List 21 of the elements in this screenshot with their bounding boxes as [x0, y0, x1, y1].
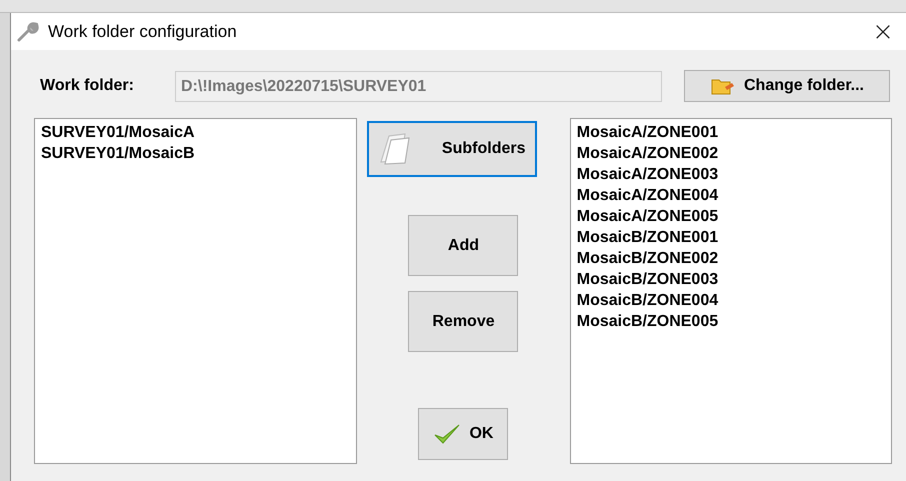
- work-folder-label: Work folder:: [39, 77, 135, 95]
- list-item[interactable]: SURVEY01/MosaicA: [41, 122, 350, 143]
- list-item[interactable]: MosaicB/ZONE001: [576, 227, 885, 248]
- list-item[interactable]: MosaicA/ZONE002: [576, 143, 885, 164]
- close-button[interactable]: ×: [860, 13, 906, 50]
- list-item[interactable]: MosaicA/ZONE003: [576, 164, 885, 185]
- remove-button[interactable]: Remove: [408, 291, 518, 352]
- list-item[interactable]: MosaicB/ZONE005: [576, 311, 885, 332]
- list-item[interactable]: MosaicB/ZONE002: [576, 248, 885, 269]
- window-title: Work folder configuration: [48, 22, 237, 42]
- add-button[interactable]: Add: [408, 215, 518, 276]
- list-item[interactable]: MosaicB/ZONE004: [576, 290, 885, 311]
- list-item[interactable]: SURVEY01/MosaicB: [41, 143, 350, 164]
- subfolders-button[interactable]: Subfolders: [367, 121, 538, 177]
- ok-button[interactable]: OK: [418, 408, 508, 460]
- change-folder-button[interactable]: Change folder...: [684, 70, 890, 102]
- checkmark-icon: [433, 423, 462, 445]
- list-item[interactable]: MosaicB/ZONE003: [576, 269, 885, 290]
- list-item[interactable]: MosaicA/ZONE004: [576, 185, 885, 206]
- list-item[interactable]: MosaicA/ZONE005: [576, 206, 885, 227]
- list-item[interactable]: MosaicA/ZONE001: [576, 122, 885, 143]
